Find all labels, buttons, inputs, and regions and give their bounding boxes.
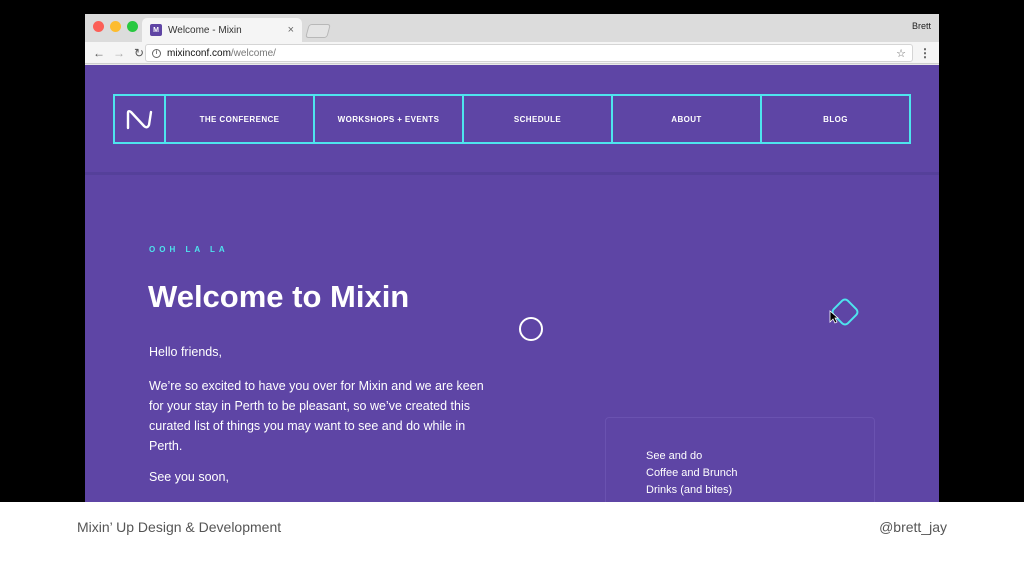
slide-footer: Mixin’ Up Design & Development @brett_ja… bbox=[0, 502, 1024, 576]
mixin-logo[interactable] bbox=[115, 96, 166, 142]
nav-item-schedule[interactable]: SCHEDULE bbox=[464, 96, 613, 142]
list-item[interactable]: Drinks (and bites) bbox=[646, 482, 738, 499]
info-icon[interactable]: i bbox=[152, 48, 161, 58]
forward-arrow-icon[interactable]: → bbox=[109, 46, 129, 60]
url-host: mixinconf.com bbox=[167, 47, 231, 59]
page-title: Welcome to Mixin bbox=[148, 279, 410, 314]
address-bar[interactable]: i mixinconf.com /welcome/ ☆ bbox=[145, 44, 913, 62]
favicon-icon: M bbox=[150, 24, 162, 36]
browser-tab[interactable]: M Welcome - Mixin × bbox=[142, 18, 302, 42]
browser-window: M Welcome - Mixin × Brett ← → ↻ i mixinc… bbox=[85, 14, 939, 502]
mouse-cursor-icon bbox=[829, 310, 839, 324]
eyebrow-label: OOH LA LA bbox=[149, 245, 229, 254]
browser-toolbar: ← → ↻ i mixinconf.com /welcome/ ☆ ⋮ bbox=[85, 42, 939, 64]
browser-menu-icon[interactable]: ⋮ bbox=[919, 46, 931, 60]
speaker-handle: @brett_jay bbox=[879, 519, 947, 535]
zoom-window-button[interactable] bbox=[127, 21, 138, 32]
nav-item-blog[interactable]: BLOG bbox=[762, 96, 909, 142]
slide-stage: M Welcome - Mixin × Brett ← → ↻ i mixinc… bbox=[0, 0, 1024, 502]
profile-name[interactable]: Brett bbox=[912, 21, 931, 31]
recommendations-list: See and do Coffee and Brunch Drinks (and… bbox=[646, 448, 738, 499]
web-page: THE CONFERENCE WORKSHOPS + EVENTS SCHEDU… bbox=[85, 65, 939, 502]
recommendations-card: See and do Coffee and Brunch Drinks (and… bbox=[605, 417, 875, 502]
new-tab-button[interactable] bbox=[305, 24, 331, 38]
greeting-text: Hello friends, bbox=[149, 345, 222, 359]
back-arrow-icon[interactable]: ← bbox=[89, 46, 109, 60]
mixin-logo-icon bbox=[126, 110, 152, 130]
nav-item-workshops-events[interactable]: WORKSHOPS + EVENTS bbox=[315, 96, 464, 142]
nav-item-the-conference[interactable]: THE CONFERENCE bbox=[166, 96, 315, 142]
nav-item-about[interactable]: ABOUT bbox=[613, 96, 762, 142]
url-path: /welcome/ bbox=[230, 47, 276, 59]
close-tab-icon[interactable]: × bbox=[288, 24, 294, 36]
talk-title: Mixin’ Up Design & Development bbox=[77, 519, 282, 535]
list-item[interactable]: See and do bbox=[646, 448, 738, 465]
circle-decoration-icon bbox=[519, 317, 543, 341]
list-item[interactable]: Coffee and Brunch bbox=[646, 465, 738, 482]
signoff-text: See you soon, bbox=[149, 470, 229, 484]
window-controls bbox=[93, 21, 138, 32]
minimize-window-button[interactable] bbox=[110, 21, 121, 32]
intro-paragraph: We’re so excited to have you over for Mi… bbox=[149, 379, 484, 453]
bookmark-star-icon[interactable]: ☆ bbox=[896, 47, 906, 60]
browser-titlebar: M Welcome - Mixin × Brett bbox=[85, 14, 939, 42]
site-nav: THE CONFERENCE WORKSHOPS + EVENTS SCHEDU… bbox=[113, 94, 911, 144]
close-window-button[interactable] bbox=[93, 21, 104, 32]
header-divider bbox=[85, 172, 939, 175]
tab-title: Welcome - Mixin bbox=[168, 24, 242, 36]
